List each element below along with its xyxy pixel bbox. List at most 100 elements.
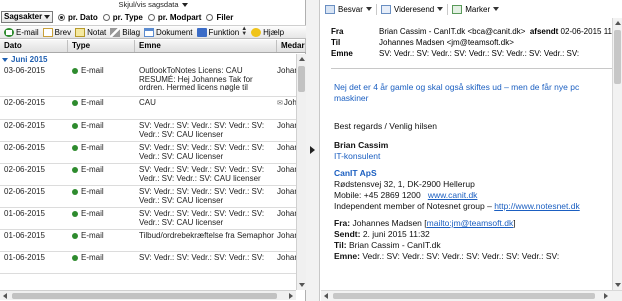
message-header: Fra Brian Cassim - CanIT.dk <bca@canit.d… xyxy=(331,26,622,68)
notesnet-text: Independent member of Notesnet group – xyxy=(334,201,492,211)
document-type-select[interactable]: Sagsakter xyxy=(1,11,53,23)
row-date: 02-06-2015 xyxy=(4,98,45,107)
row-employee-cell: ✉Johan xyxy=(277,97,296,119)
mark-button[interactable]: Marker xyxy=(452,4,500,14)
table-row[interactable]: 01-06-2015 E-mail Tilbud/ordrebekræftelse … xyxy=(0,230,296,252)
chevron-down-icon xyxy=(437,7,444,11)
new-document-label: Dokument xyxy=(156,27,193,37)
row-employee: Johan xyxy=(277,231,296,240)
website-link[interactable]: www.canit.dk xyxy=(428,190,478,200)
row-date: 01-06-2015 xyxy=(4,231,45,240)
sort-by-counterpart-radio[interactable]: pr. Modpart xyxy=(147,13,201,22)
forwarded-from-mailto-link[interactable]: mailto:jm@teamsoft.dk xyxy=(427,218,514,228)
row-employee: Johan xyxy=(277,143,296,152)
signature-name: Brian Cassim xyxy=(334,140,389,150)
new-document-button[interactable]: Dokument xyxy=(144,27,193,37)
forward-button[interactable]: Videresend xyxy=(380,4,444,14)
sort-by-type-radio[interactable]: pr. Type xyxy=(102,13,143,22)
new-email-label: E-mail xyxy=(16,27,39,37)
scroll-up-arrow-icon[interactable] xyxy=(615,21,621,25)
new-note-label: Notat xyxy=(87,27,107,37)
new-letter-button[interactable]: Brev xyxy=(42,27,71,37)
row-date: 03-06-2015 xyxy=(4,66,45,75)
forwarded-from-name: Johannes Madsen [ xyxy=(352,218,427,228)
row-type: E-mail xyxy=(68,164,135,185)
new-email-button[interactable]: E-mail xyxy=(4,27,39,37)
email-status-icon xyxy=(72,233,78,239)
row-subject: SV: Vedr.: SV: Vedr.: SV: Vedr.: SV: Ved… xyxy=(139,143,265,161)
scroll-down-arrow-icon[interactable] xyxy=(299,283,305,287)
chevron-down-icon xyxy=(493,7,500,11)
scroll-left-arrow-icon[interactable] xyxy=(324,293,328,299)
scroll-down-arrow-icon[interactable] xyxy=(615,283,621,287)
forwarded-subject-line: Emne: Vedr.: SV: Vedr.: SV: Vedr.: SV: V… xyxy=(334,251,610,262)
email-status-icon xyxy=(72,211,78,217)
table-row[interactable]: 01-06-2015 E-mail SV: Vedr.: SV: Vedr.: SV… xyxy=(0,208,296,230)
email-icon xyxy=(4,27,14,37)
forwarded-to-label: Til: xyxy=(334,240,347,250)
scroll-thumb[interactable] xyxy=(298,66,305,92)
column-header-date[interactable]: Dato xyxy=(0,40,68,52)
row-employee-cell: Johan xyxy=(277,142,296,163)
preview-vertical-scrollbar[interactable] xyxy=(612,18,622,290)
forwarded-from-label: Fra: xyxy=(334,218,351,228)
row-type: E-mail xyxy=(68,252,135,273)
list-horizontal-scrollbar[interactable] xyxy=(0,290,296,300)
sort-by-date-radio[interactable]: pr. Dato xyxy=(58,13,98,22)
expand-right-arrow-icon[interactable] xyxy=(310,146,315,154)
radio-icon xyxy=(147,13,155,21)
from-address: Brian Cassim - CanIT.dk <bca@canit.dk> xyxy=(379,27,526,36)
new-note-button[interactable]: Notat xyxy=(75,27,107,37)
sent-value: 02-06-2015 11 xyxy=(560,27,612,36)
function-menu-button[interactable]: Funktion ▲ ▼ xyxy=(196,26,247,37)
row-type-label: E-mail xyxy=(81,187,104,196)
table-row[interactable]: 01-06-2015 E-mail SV: Vedr.: SV: Vedr.: SV… xyxy=(0,252,296,274)
sent-label: afsendt xyxy=(529,27,559,36)
company-name: CanIT ApS xyxy=(334,168,377,178)
files-radio[interactable]: Filer xyxy=(206,13,233,22)
column-header-employee[interactable]: Medarbe xyxy=(277,40,306,52)
scroll-right-arrow-icon[interactable] xyxy=(289,293,293,299)
row-employee-cell: Johan xyxy=(277,164,296,185)
scroll-left-arrow-icon[interactable] xyxy=(3,293,7,299)
table-row[interactable]: 03-06-2015 E-mail OutlookToNotes Licens: C… xyxy=(0,65,296,97)
chevron-down-icon xyxy=(44,15,50,19)
preview-horizontal-scrollbar[interactable] xyxy=(321,290,622,301)
column-header-subject[interactable]: Emne xyxy=(135,40,277,52)
new-attachment-button[interactable]: Bilag xyxy=(110,27,141,37)
header-divider xyxy=(331,68,614,69)
row-employee: Johan xyxy=(277,187,296,196)
table-row[interactable]: 02-06-2015 E-mail SV: Vedr.: SV: Vedr.: SV… xyxy=(0,142,296,164)
row-subject: Tilbud/ordrebekræftelse fra Semaphor xyxy=(139,231,274,240)
mark-label: Marker xyxy=(465,4,491,14)
row-subject: SV: Vedr.: SV: Vedr.: SV: Vedr.: SV: Ved… xyxy=(139,165,265,183)
notesnet-link[interactable]: http://www.notesnet.dk xyxy=(494,201,580,211)
scroll-right-arrow-icon[interactable] xyxy=(604,293,608,299)
pane-splitter[interactable] xyxy=(306,0,320,301)
table-row[interactable]: 02-06-2015 E-mail SV: Vedr.: SV: Vedr.: SV… xyxy=(0,120,296,142)
help-button[interactable]: Hjælp xyxy=(251,27,284,37)
row-type: E-mail xyxy=(68,97,135,119)
scroll-up-arrow-icon[interactable] xyxy=(299,57,305,61)
row-type-label: E-mail xyxy=(81,121,104,130)
list-vertical-scrollbar[interactable] xyxy=(296,54,306,290)
table-row[interactable]: 02-06-2015 E-mail SV: Vedr.: SV: Vedr.: SV… xyxy=(0,186,296,208)
table-row[interactable]: 02-06-2015 E-mail SV: Vedr.: SV: Vedr.: SV… xyxy=(0,164,296,186)
forwarded-from-line: Fra: Johannes Madsen [mailto:jm@teamsoft… xyxy=(334,218,610,229)
document-toolbar: E-mail Brev Notat Bilag Dokument Funktio… xyxy=(0,25,306,39)
table-row[interactable]: 02-06-2015 E-mail CAU ✉Johan xyxy=(0,97,296,120)
month-group-header[interactable]: Juni 2015 xyxy=(0,54,296,65)
scroll-thumb[interactable] xyxy=(12,293,277,299)
help-icon xyxy=(251,27,262,37)
radio-selected-icon xyxy=(58,13,65,21)
forwarded-subject-label: Emne: xyxy=(334,251,360,261)
scroll-thumb[interactable] xyxy=(333,293,595,299)
column-header-type[interactable]: Type xyxy=(68,40,135,52)
reply-button[interactable]: Besvar xyxy=(325,4,372,14)
row-employee: Johan xyxy=(277,121,296,130)
new-attachment-label: Bilag xyxy=(122,27,141,37)
notesnet-line: Independent member of Notesnet group – h… xyxy=(334,201,610,212)
sort-by-date-label: pr. Dato xyxy=(68,12,98,22)
scroll-thumb[interactable] xyxy=(614,30,621,84)
row-type-label: E-mail xyxy=(81,231,104,240)
